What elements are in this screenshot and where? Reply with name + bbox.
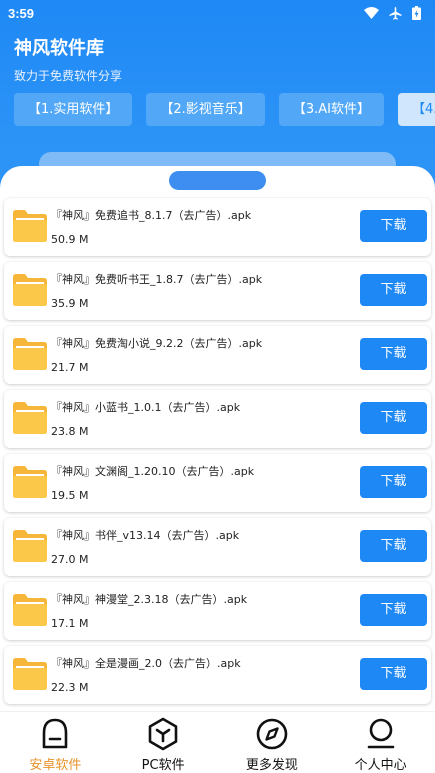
nav-item-profile[interactable]: 个人中心 <box>326 712 435 773</box>
hexagon-icon <box>148 717 178 751</box>
folder-icon <box>13 658 47 690</box>
file-name: 『神风』神漫堂_2.3.18（去广告）.apk <box>51 593 248 606</box>
file-list: 『神风』免费追书_8.1.7（去广告）.apk 50.9 M 下载 『神风』免费… <box>4 198 431 710</box>
file-name: 『神风』小蓝书_1.0.1（去广告）.apk <box>51 401 241 414</box>
folder-icon <box>13 210 47 242</box>
download-button[interactable]: 下载 <box>360 210 427 242</box>
battery-icon <box>412 6 421 20</box>
category-tab[interactable]: 【1.实用软件】 <box>14 93 133 126</box>
download-button[interactable]: 下载 <box>360 402 427 434</box>
status-bar: 3:59 <box>0 0 435 26</box>
android-icon <box>43 718 68 749</box>
folder-icon <box>13 338 47 370</box>
list-item[interactable]: 『神风』小蓝书_1.0.1（去广告）.apk 23.8 M 下载 <box>4 390 431 448</box>
list-item[interactable]: 『神风』免费听书王_1.8.7（去广告）.apk 35.9 M 下载 <box>4 262 431 320</box>
list-item[interactable]: 『神风』免费追书_8.1.7（去广告）.apk 50.9 M 下载 <box>4 198 431 256</box>
download-button[interactable]: 下载 <box>360 338 427 370</box>
file-size: 35.9 M <box>51 297 89 310</box>
file-name: 『神风』全是漫画_2.0（去广告）.apk <box>51 657 241 670</box>
list-item[interactable]: 『神风』书伴_v13.14（去广告）.apk 27.0 M 下载 <box>4 518 431 576</box>
folder-icon <box>13 530 47 562</box>
list-item[interactable]: 『神风』文渊阁_1.20.10（去广告）.apk 19.5 M 下载 <box>4 454 431 512</box>
download-button[interactable]: 下载 <box>360 466 427 498</box>
wifi-icon <box>364 7 379 19</box>
bottom-nav: 安卓软件 PC软件 更多发现 个人中心 <box>0 711 435 773</box>
category-tab[interactable]: 【3.AI软件】 <box>278 93 384 126</box>
file-size: 19.5 M <box>51 489 89 502</box>
category-tabs: 【1.实用软件】【2.影视音乐】【3.AI软件】【4.游戏辅助】 <box>14 93 435 127</box>
file-name: 『神风』免费追书_8.1.7（去广告）.apk <box>51 209 252 222</box>
file-size: 27.0 M <box>51 553 89 566</box>
category-tab[interactable]: 【2.影视音乐】 <box>146 93 265 126</box>
status-icons <box>364 6 421 20</box>
nav-label: 更多发现 <box>245 758 298 773</box>
nav-label: 安卓软件 <box>29 758 82 773</box>
nav-label: 个人中心 <box>354 758 407 773</box>
compass-icon <box>256 718 288 750</box>
file-size: 23.8 M <box>51 425 89 438</box>
file-size: 21.7 M <box>51 361 89 374</box>
folder-icon <box>13 274 47 306</box>
download-button[interactable]: 下载 <box>360 658 427 690</box>
file-name: 『神风』文渊阁_1.20.10（去广告）.apk <box>51 465 255 478</box>
airplane-icon <box>389 6 402 20</box>
list-item[interactable]: 『神风』神漫堂_2.3.18（去广告）.apk 17.1 M 下载 <box>4 582 431 640</box>
download-button[interactable]: 下载 <box>360 594 427 626</box>
file-size: 17.1 M <box>51 617 89 630</box>
folder-icon <box>13 402 47 434</box>
status-time: 3:59 <box>8 5 35 21</box>
download-button[interactable]: 下载 <box>360 530 427 562</box>
person-icon <box>367 718 394 749</box>
nav-item-discover[interactable]: 更多发现 <box>218 712 327 773</box>
app-subtitle: 致力于免费软件分享 <box>14 69 123 83</box>
file-name: 『神风』免费淘小说_9.2.2（去广告）.apk <box>51 337 263 350</box>
nav-label: PC软件 <box>141 758 185 773</box>
file-name: 『神风』免费听书王_1.8.7（去广告）.apk <box>51 273 263 286</box>
nav-item-pc[interactable]: PC软件 <box>109 712 218 773</box>
list-item[interactable]: 『神风』免费淘小说_9.2.2（去广告）.apk 21.7 M 下载 <box>4 326 431 384</box>
sheet-handle[interactable] <box>169 171 266 190</box>
category-tab-active[interactable]: 【4.游戏辅助】 <box>397 93 435 126</box>
download-button[interactable]: 下载 <box>360 274 427 306</box>
file-size: 50.9 M <box>51 233 89 246</box>
nav-item-android[interactable]: 安卓软件 <box>0 712 109 773</box>
file-size: 22.3 M <box>51 681 89 694</box>
list-item[interactable]: 『神风』全是漫画_2.0（去广告）.apk 22.3 M 下载 <box>4 646 431 704</box>
file-name: 『神风』书伴_v13.14（去广告）.apk <box>51 529 240 542</box>
app-title: 神风软件库 <box>14 38 104 59</box>
folder-icon <box>13 466 47 498</box>
folder-icon <box>13 594 47 626</box>
